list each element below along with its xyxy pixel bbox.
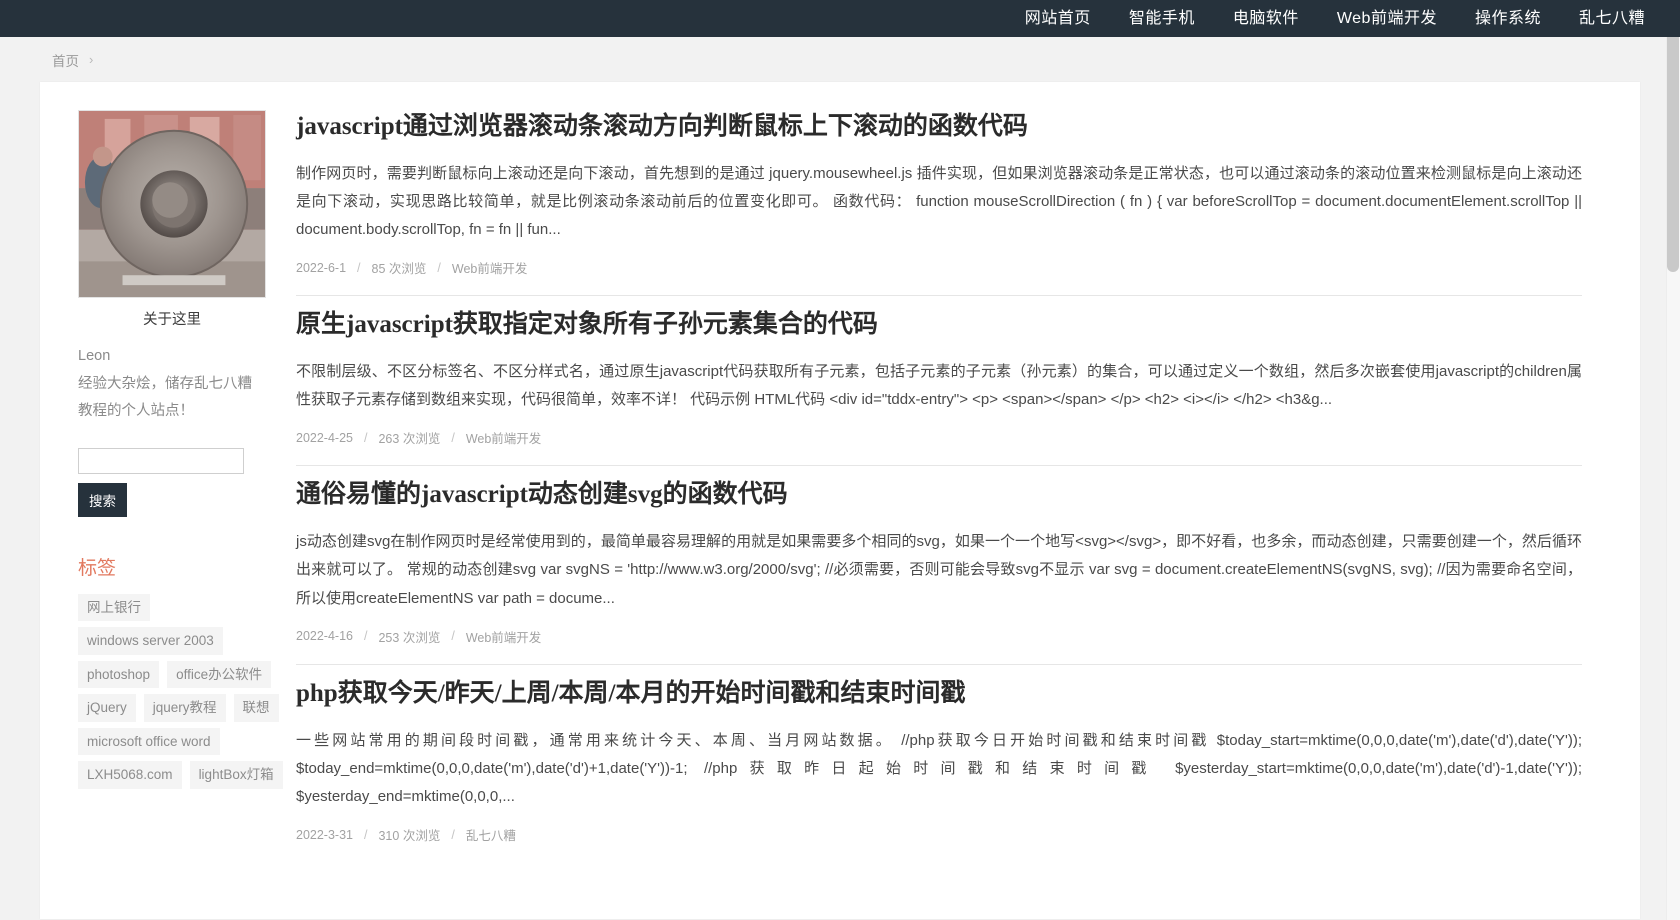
- post-title[interactable]: php获取今天/昨天/上周/本周/本月的开始时间戳和结束时间戳: [296, 677, 1582, 711]
- tag-item[interactable]: photoshop: [78, 660, 160, 689]
- about-caption: 关于这里: [143, 312, 201, 328]
- post-meta: 2022-6-1 / 85 次浏览 / Web前端开发: [296, 258, 1582, 277]
- post-views: 85 次浏览: [371, 262, 427, 277]
- search-button[interactable]: 搜索: [78, 482, 127, 517]
- tag-cloud: 网上银行 windows server 2003 photoshop offic…: [78, 593, 288, 789]
- post-category[interactable]: 乱七八糟: [466, 825, 516, 844]
- nav-item-misc[interactable]: 乱七八糟: [1560, 0, 1664, 37]
- tag-item[interactable]: jQuery: [78, 694, 136, 722]
- tag-item[interactable]: 联想: [233, 694, 279, 722]
- tag-item[interactable]: lightBox灯箱: [189, 761, 283, 789]
- tag-item[interactable]: 网上银行: [78, 593, 150, 622]
- post-date: 2022-3-31: [296, 827, 353, 842]
- post-item: 原生javascript获取指定对象所有子孙元素集合的代码 不限制层级、不区分标…: [296, 296, 1582, 467]
- top-navigation-bar: 网站首页 智能手机 电脑软件 Web前端开发 操作系统 乱七八糟: [0, 0, 1680, 37]
- nav-item-smartphone[interactable]: 智能手机: [1110, 0, 1214, 37]
- page-scrollbar-thumb[interactable]: [1667, 2, 1679, 272]
- meta-separator: /: [364, 430, 368, 445]
- about-description: 经验大杂烩，储存乱七八糟教程的个人站点！: [78, 375, 252, 420]
- breadcrumb-home-link[interactable]: 首页: [52, 50, 79, 70]
- nav-item-os[interactable]: 操作系统: [1456, 0, 1560, 37]
- post-excerpt: 制作网页时，需要判断鼠标向上滚动还是向下滚动，首先想到的是通过 jquery.m…: [296, 164, 1582, 239]
- post-views: 263 次浏览: [378, 432, 441, 447]
- tag-item[interactable]: jquery教程: [143, 694, 226, 722]
- post-excerpt: 一些网站常用的期间段时间戳，通常用来统计今天、本周、当月网站数据。 //php获…: [296, 731, 1582, 805]
- post-category[interactable]: Web前端开发: [452, 258, 527, 277]
- about-widget: 关于这里 Leon 经验大杂烩，储存乱七八糟教程的个人站点！: [78, 110, 266, 426]
- tag-item[interactable]: microsoft office word: [78, 727, 220, 756]
- post-item: 通俗易懂的javascript动态创建svg的函数代码 js动态创建svg在制作…: [296, 466, 1582, 665]
- meta-separator: /: [451, 629, 455, 644]
- post-meta: 2022-4-16 / 253 次浏览 / Web前端开发: [296, 627, 1582, 646]
- search-widget: 搜索: [78, 447, 244, 517]
- post-title[interactable]: javascript通过浏览器滚动条滚动方向判断鼠标上下滚动的函数代码: [296, 110, 1582, 144]
- post-date: 2022-4-16: [296, 629, 353, 644]
- meta-separator: /: [364, 827, 368, 842]
- sidebar: 关于这里 Leon 经验大杂烩，储存乱七八糟教程的个人站点！ 搜索 标签 网上银…: [40, 82, 290, 919]
- post-views: 253 次浏览: [378, 630, 441, 645]
- post-views: 310 次浏览: [378, 829, 441, 844]
- tag-item[interactable]: LXH5068.com: [78, 761, 182, 789]
- post-meta: 2022-3-31 / 310 次浏览 / 乱七八糟: [296, 825, 1582, 844]
- post-date: 2022-6-1: [296, 260, 347, 275]
- tag-item[interactable]: windows server 2003: [78, 627, 223, 655]
- meta-separator: /: [437, 260, 441, 275]
- about-author-name: Leon: [78, 348, 111, 364]
- nav-list: 网站首页 智能手机 电脑软件 Web前端开发 操作系统 乱七八糟: [1006, 0, 1664, 37]
- meta-separator: /: [357, 260, 361, 275]
- post-date: 2022-4-25: [296, 430, 353, 445]
- post-item: javascript通过浏览器滚动条滚动方向判断鼠标上下滚动的函数代码 制作网页…: [296, 104, 1582, 297]
- chevron-right-icon: ›: [89, 52, 94, 67]
- meta-separator: /: [364, 629, 368, 644]
- post-item: php获取今天/昨天/上周/本周/本月的开始时间戳和结束时间戳 一些网站常用的期…: [296, 665, 1582, 862]
- post-meta: 2022-4-25 / 263 次浏览 / Web前端开发: [296, 428, 1582, 447]
- millstone-photo-icon: [79, 111, 265, 297]
- nav-item-home[interactable]: 网站首页: [1006, 0, 1110, 37]
- avatar: [78, 110, 266, 298]
- post-category[interactable]: Web前端开发: [466, 428, 541, 447]
- post-title[interactable]: 通俗易懂的javascript动态创建svg的函数代码: [296, 478, 1582, 512]
- tag-item[interactable]: office办公软件: [167, 660, 272, 689]
- post-excerpt: js动态创建svg在制作网页时是经常使用到的，最简单最容易理解的用就是如果需要多…: [296, 533, 1582, 607]
- breadcrumb: 首页 ›: [0, 37, 1680, 82]
- page-scrollbar-track[interactable]: [1666, 0, 1680, 920]
- post-category[interactable]: Web前端开发: [466, 627, 541, 646]
- meta-separator: /: [451, 827, 455, 842]
- article-list: javascript通过浏览器滚动条滚动方向判断鼠标上下滚动的函数代码 制作网页…: [290, 82, 1640, 919]
- nav-item-software[interactable]: 电脑软件: [1214, 0, 1318, 37]
- meta-separator: /: [451, 430, 455, 445]
- post-title[interactable]: 原生javascript获取指定对象所有子孙元素集合的代码: [296, 308, 1582, 342]
- nav-item-web-frontend[interactable]: Web前端开发: [1318, 0, 1456, 37]
- tags-widget-title: 标签: [78, 557, 117, 579]
- search-input[interactable]: [78, 447, 244, 474]
- page-container: 关于这里 Leon 经验大杂烩，储存乱七八糟教程的个人站点！ 搜索 标签 网上银…: [40, 82, 1640, 919]
- post-excerpt: 不限制层级、不区分标签名、不区分样式名，通过原生javascript代码获取所有…: [296, 363, 1582, 409]
